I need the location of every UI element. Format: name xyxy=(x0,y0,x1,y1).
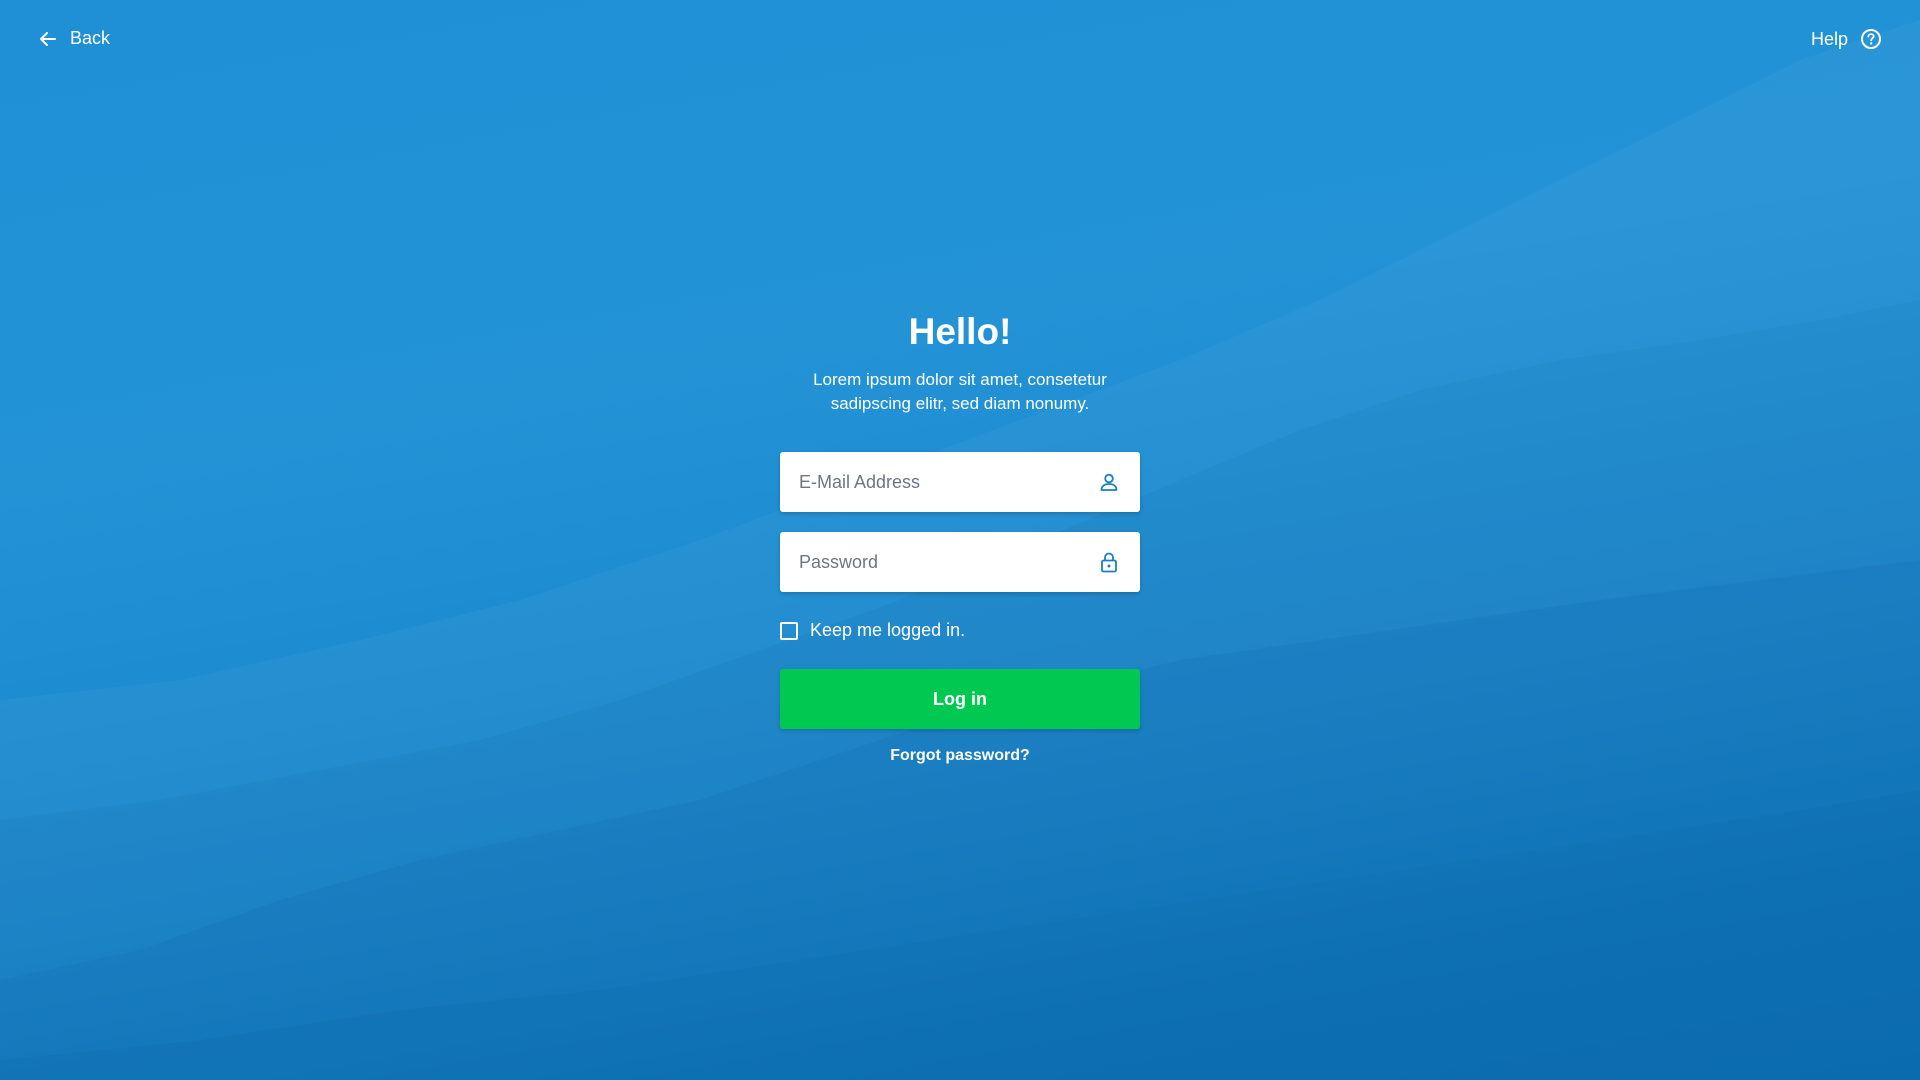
password-input[interactable] xyxy=(780,532,1099,593)
page-subtitle: Lorem ipsum dolor sit amet, consetetur s… xyxy=(780,368,1140,416)
password-field xyxy=(780,532,1140,593)
subtitle-line-2: sadipscing elitr, sed diam nonumy. xyxy=(830,394,1090,414)
subtitle-line-1: Lorem ipsum dolor sit amet, consetetur xyxy=(813,370,1107,390)
help-label: Help xyxy=(1810,28,1848,49)
help-button[interactable]: Help xyxy=(1811,28,1882,50)
page-title: Hello! xyxy=(908,311,1012,352)
remember-me-checkbox[interactable] xyxy=(780,621,798,640)
email-field xyxy=(780,452,1140,513)
forgot-password-link[interactable]: Forgot password? xyxy=(890,747,1030,765)
email-input[interactable] xyxy=(780,452,1099,513)
login-form: Hello! Lorem ipsum dolor sit amet, conse… xyxy=(780,300,1140,765)
login-screen: Back Help Hello! Lorem ipsum dolor sit a… xyxy=(0,0,1920,1080)
arrow-left-icon xyxy=(40,31,56,46)
back-button[interactable]: Back xyxy=(38,28,110,49)
user-icon xyxy=(1100,474,1118,492)
question-circle-icon xyxy=(1861,29,1881,49)
lock-icon xyxy=(1101,552,1117,573)
back-label: Back xyxy=(70,28,111,48)
remember-me-label[interactable]: Keep me logged in. xyxy=(810,620,965,641)
login-button[interactable]: Log in xyxy=(780,669,1140,730)
remember-me-row: Keep me logged in. xyxy=(780,620,1140,641)
